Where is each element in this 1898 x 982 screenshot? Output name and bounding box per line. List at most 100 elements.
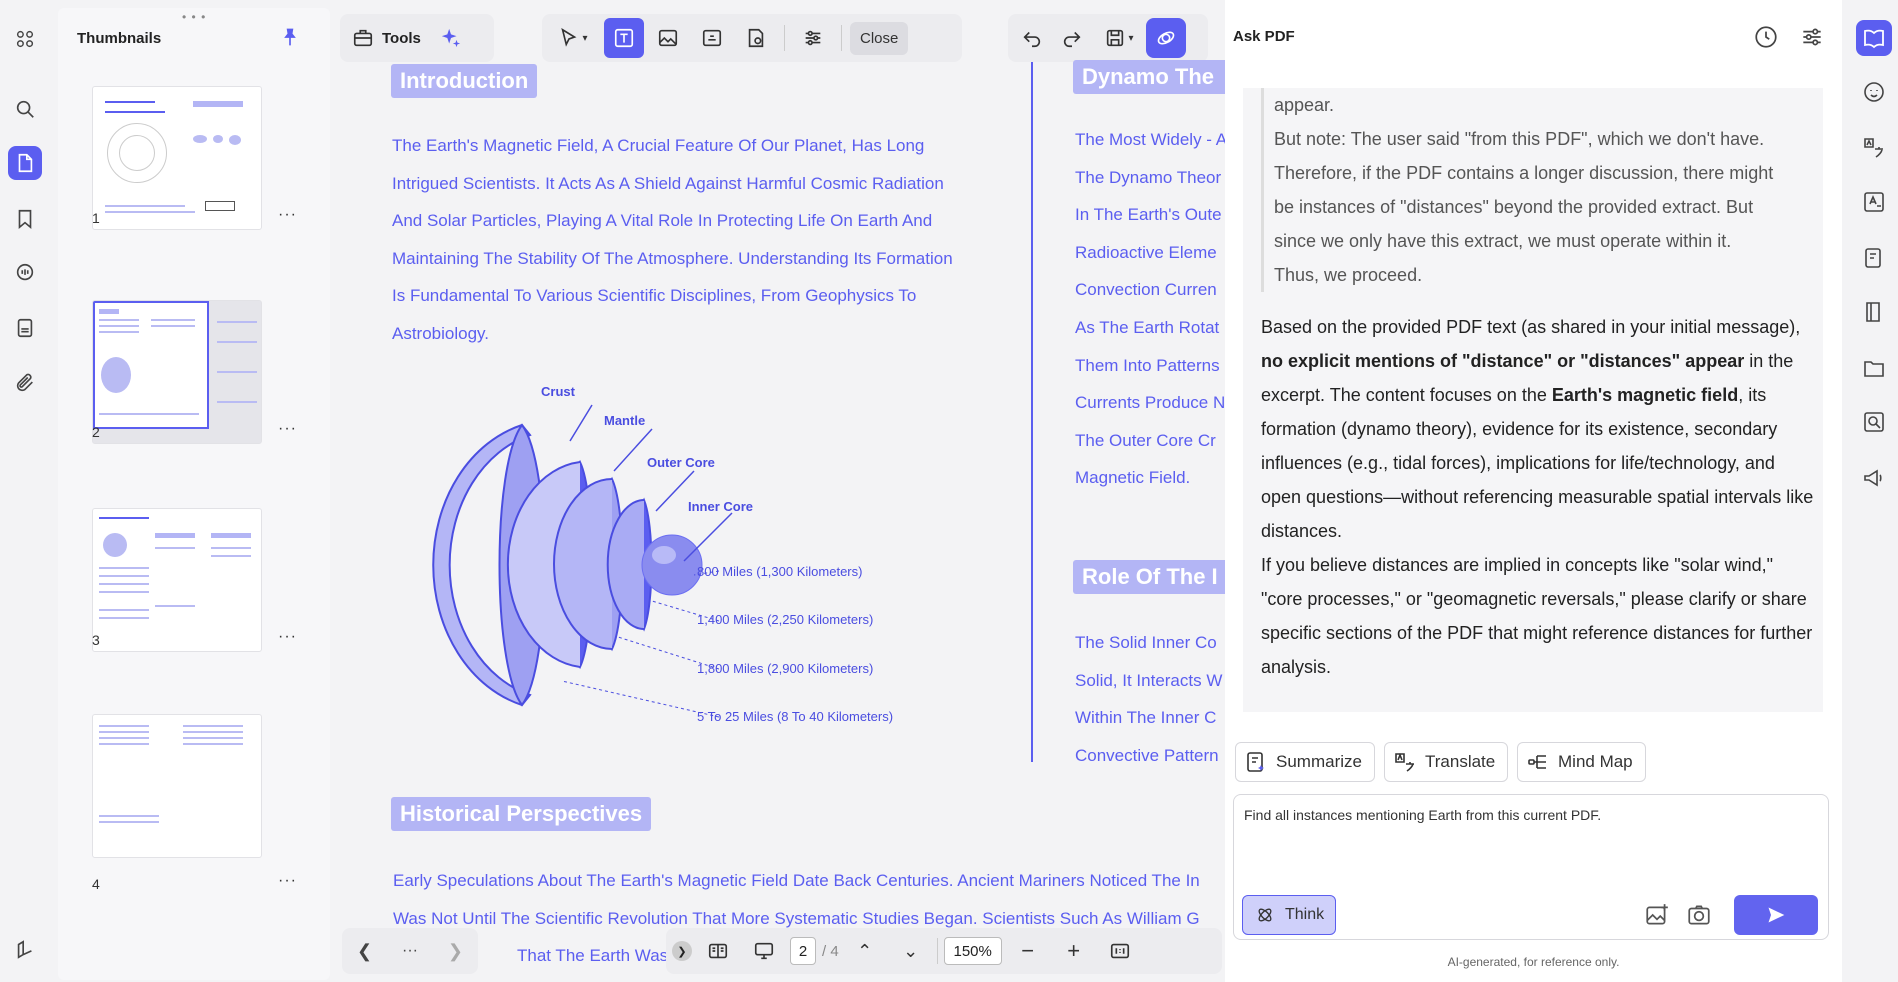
think-toggle[interactable]: Think [1242,895,1336,935]
chevron-down-icon[interactable]: ⌄ [891,931,931,971]
summarize-button[interactable]: Summarize [1235,742,1375,782]
search-icon[interactable] [8,92,42,126]
send-button[interactable] [1734,895,1818,935]
image-tool-button[interactable] [648,18,688,58]
edit-toolbar: ▾ Close [542,14,962,62]
chevron-up-icon[interactable]: ⌃ [845,931,885,971]
history-icon[interactable] [1753,24,1779,55]
megaphone-icon[interactable] [1856,460,1892,496]
comments-icon[interactable] [8,256,42,290]
sign-icon[interactable] [8,933,42,967]
introduction-paragraph: The Earth's Magnetic Field, A Crucial Fe… [392,127,1012,353]
zoom-out-button[interactable]: − [1008,931,1048,971]
crust-label: Crust [541,384,575,399]
collapse-toggle-icon[interactable]: ❯ [672,941,692,961]
apps-icon[interactable] [8,22,42,56]
summarize-icon [1247,752,1264,772]
column-divider [1031,62,1033,762]
folder-ai-icon[interactable] [1856,350,1892,386]
page-number-3: 3 [92,632,100,648]
mind-map-icon [1528,755,1546,769]
pin-icon[interactable] [280,26,300,53]
page-1-more-button[interactable]: ··· [278,206,297,224]
text-icon [614,28,634,48]
ask-pdf-title: Ask PDF [1233,28,1295,45]
search-document-icon[interactable] [1856,404,1892,440]
document-icon[interactable] [8,311,42,345]
link-tool-button[interactable] [692,18,732,58]
chat-bot-icon[interactable] [1856,74,1892,110]
page-number-input[interactable]: 2 [790,937,816,965]
page-4-more-button[interactable]: ··· [278,872,297,890]
actual-size-button[interactable] [1100,931,1140,971]
dynamo-heading: Dynamo The [1073,60,1225,94]
ai-orbit-icon [1157,31,1175,45]
text-line: Convective Pattern [1075,745,1219,765]
ai-assistant-button[interactable] [1146,18,1186,58]
distance-label-crust: 5 To 25 Miles (8 To 40 Kilometers) [697,709,894,724]
page-thumbnail-3[interactable] [92,508,262,652]
text-line: Magnetic Field. [1075,468,1191,488]
ai-sparkle-icon[interactable] [431,18,471,58]
properties-button[interactable] [793,18,833,58]
page-thumbnail-2[interactable] [92,300,262,444]
pages-icon[interactable] [8,146,42,180]
panel-grip-icon[interactable]: • • • [182,10,206,24]
save-button[interactable]: ▾ [1092,18,1146,58]
text-line: And Solar Particles, Playing A Vital Rol… [392,211,933,231]
text-line: The Most Widely - A [1075,130,1225,149]
pager-more-button[interactable]: ··· [402,942,418,960]
zoom-in-button[interactable]: + [1054,931,1094,971]
translate-icon [1395,752,1414,772]
tools-label: Tools [382,29,421,47]
translate-text-icon[interactable] [1856,130,1892,166]
save-icon [1107,29,1124,47]
chat-message-area[interactable]: appear. But note: The user said "from th… [1243,88,1823,712]
chevron-left-icon[interactable]: ❮ [357,941,372,962]
ask-pdf-book-icon[interactable] [1856,20,1892,56]
ai-summary-icon[interactable] [1856,240,1892,276]
page-2-more-button[interactable]: ··· [278,420,297,438]
actual-size-icon [1110,943,1129,959]
role-heading: Role Of The I [1073,560,1225,594]
text-recognition-icon[interactable] [1856,184,1892,220]
text-line: The Earth's Magnetic Field, A Crucial Fe… [392,136,925,155]
cursor-icon [561,27,577,47]
translate-label: Translate [1425,752,1496,771]
chevron-right-icon[interactable]: ❯ [448,941,463,962]
translate-button[interactable]: Translate [1384,742,1509,782]
redo-button[interactable] [1052,18,1092,58]
undo-button[interactable] [1012,18,1052,58]
screenshot-icon[interactable] [1686,902,1712,933]
close-edit-button[interactable]: Close [850,21,909,55]
text-line: Convection Curren [1075,280,1217,300]
book-icon [708,943,728,959]
add-image-icon[interactable] [1644,902,1670,933]
page-3-more-button[interactable]: ··· [278,628,297,646]
distance-label-inner: 800 Miles (1,300 Kilometers) [697,564,863,579]
settings-sliders-icon[interactable] [1799,24,1825,55]
inner-core-label: Inner Core [688,499,754,514]
text-line: Within The Inner C [1075,708,1217,728]
reading-mode-button[interactable] [698,931,738,971]
chevron-down-icon: ▾ [582,32,588,44]
bookmark-icon[interactable] [8,202,42,236]
ask-input-box[interactable]: Find all instances mentioning Earth from… [1233,794,1829,940]
page-thumbnail-4[interactable] [92,714,262,858]
attachment-icon[interactable] [8,366,42,400]
question-input[interactable]: Find all instances mentioning Earth from… [1244,807,1601,823]
presentation-button[interactable] [744,931,784,971]
page-thumbnail-1[interactable] [92,86,262,230]
select-tool-button[interactable]: ▾ [546,18,600,58]
text-tool-button[interactable] [604,18,644,58]
thumbnails-panel: • • • Thumbnails 1 ··· 2 ··· 3 ··· 4 ··· [58,8,330,980]
stamp-tool-button[interactable] [736,18,776,58]
bottom-toolbar: ❯ 2 / 4 ⌃ ⌄ 150% − + [666,928,1222,974]
answer-paragraph-2: If you believe distances are implied in … [1261,555,1813,677]
zoom-level[interactable]: 150% [943,937,1002,965]
mind-map-button[interactable]: Mind Map [1517,742,1646,782]
tools-button[interactable]: Tools [340,27,431,49]
redo-icon [1063,31,1081,48]
reader-book-icon[interactable] [1856,294,1892,330]
dynamo-paragraph: The Most Widely - A The Dynamo Theor In … [1075,121,1225,497]
